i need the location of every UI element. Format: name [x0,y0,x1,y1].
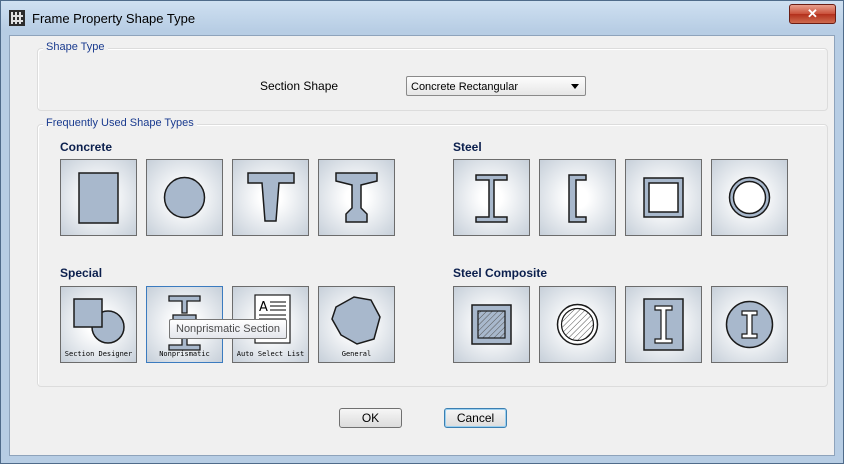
filled-tube-button[interactable] [453,286,530,363]
category-steel-composite-label: Steel Composite [453,266,548,280]
chevron-down-icon [571,84,579,89]
steel-tube-icon [643,177,684,218]
steel-i-beam-icon [475,174,508,223]
encased-circle-button[interactable] [711,286,788,363]
steel-tube-button[interactable] [625,159,702,236]
section-shape-value: Concrete Rectangular [411,81,519,93]
close-button[interactable]: ✕ [789,4,836,24]
concrete-i-girder-button[interactable] [318,159,395,236]
title-bar[interactable]: Frame Property Shape Type ✕ [1,1,843,35]
category-special-label: Special [60,266,103,280]
section-designer-caption: Section Designer [64,350,133,358]
category-steel-label: Steel [453,140,482,154]
filled-pipe-button[interactable] [539,286,616,363]
nonprismatic-tooltip: Nonprismatic Section [169,319,287,339]
section-designer-button[interactable]: Section Designer [60,286,137,363]
encased-circle-icon [725,300,774,349]
app-icon [9,10,25,26]
steel-i-wide-flange-button[interactable] [453,159,530,236]
steel-channel-button[interactable] [539,159,616,236]
encased-rectangle-button[interactable] [625,286,702,363]
general-caption: General [341,350,372,358]
cancel-button[interactable]: Cancel [444,408,507,428]
window-title: Frame Property Shape Type [32,11,196,26]
frequent-shapes-group-title: Frequently Used Shape Types [43,117,197,129]
concrete-rectangular-button[interactable] [60,159,137,236]
auto-select-list-caption: Auto Select List [236,350,305,358]
encased-rectangle-icon [643,298,684,351]
section-shape-label: Section Shape [260,79,339,93]
shape-type-group: Shape Type Section Shape Concrete Rectan… [37,41,828,111]
shape-type-group-title: Shape Type [43,41,108,53]
section-shape-select[interactable]: Concrete Rectangular [406,76,586,96]
frequent-shapes-group: Frequently Used Shape Types Concrete Ste… [37,117,828,387]
filled-tube-icon [471,304,512,345]
steel-channel-icon [568,174,587,223]
nonprismatic-caption: Nonprismatic [159,350,210,358]
ok-button[interactable]: OK [339,408,402,428]
concrete-i-girder-icon [335,172,378,223]
steel-pipe-icon [728,176,771,219]
concrete-circle-button[interactable] [146,159,223,236]
close-icon: ✕ [807,6,818,21]
general-section-button[interactable]: General [318,286,395,363]
dialog-window: Frame Property Shape Type ✕ Shape Type S… [0,0,844,464]
concrete-rectangle-icon [78,172,119,224]
dialog-client-area: Shape Type Section Shape Concrete Rectan… [9,35,835,456]
filled-pipe-icon [556,303,599,346]
category-concrete-label: Concrete [60,140,113,154]
svg-text:A: A [259,300,268,315]
concrete-tee-icon [247,172,295,222]
concrete-circle-icon [163,176,206,219]
concrete-tee-button[interactable] [232,159,309,236]
steel-pipe-button[interactable] [711,159,788,236]
